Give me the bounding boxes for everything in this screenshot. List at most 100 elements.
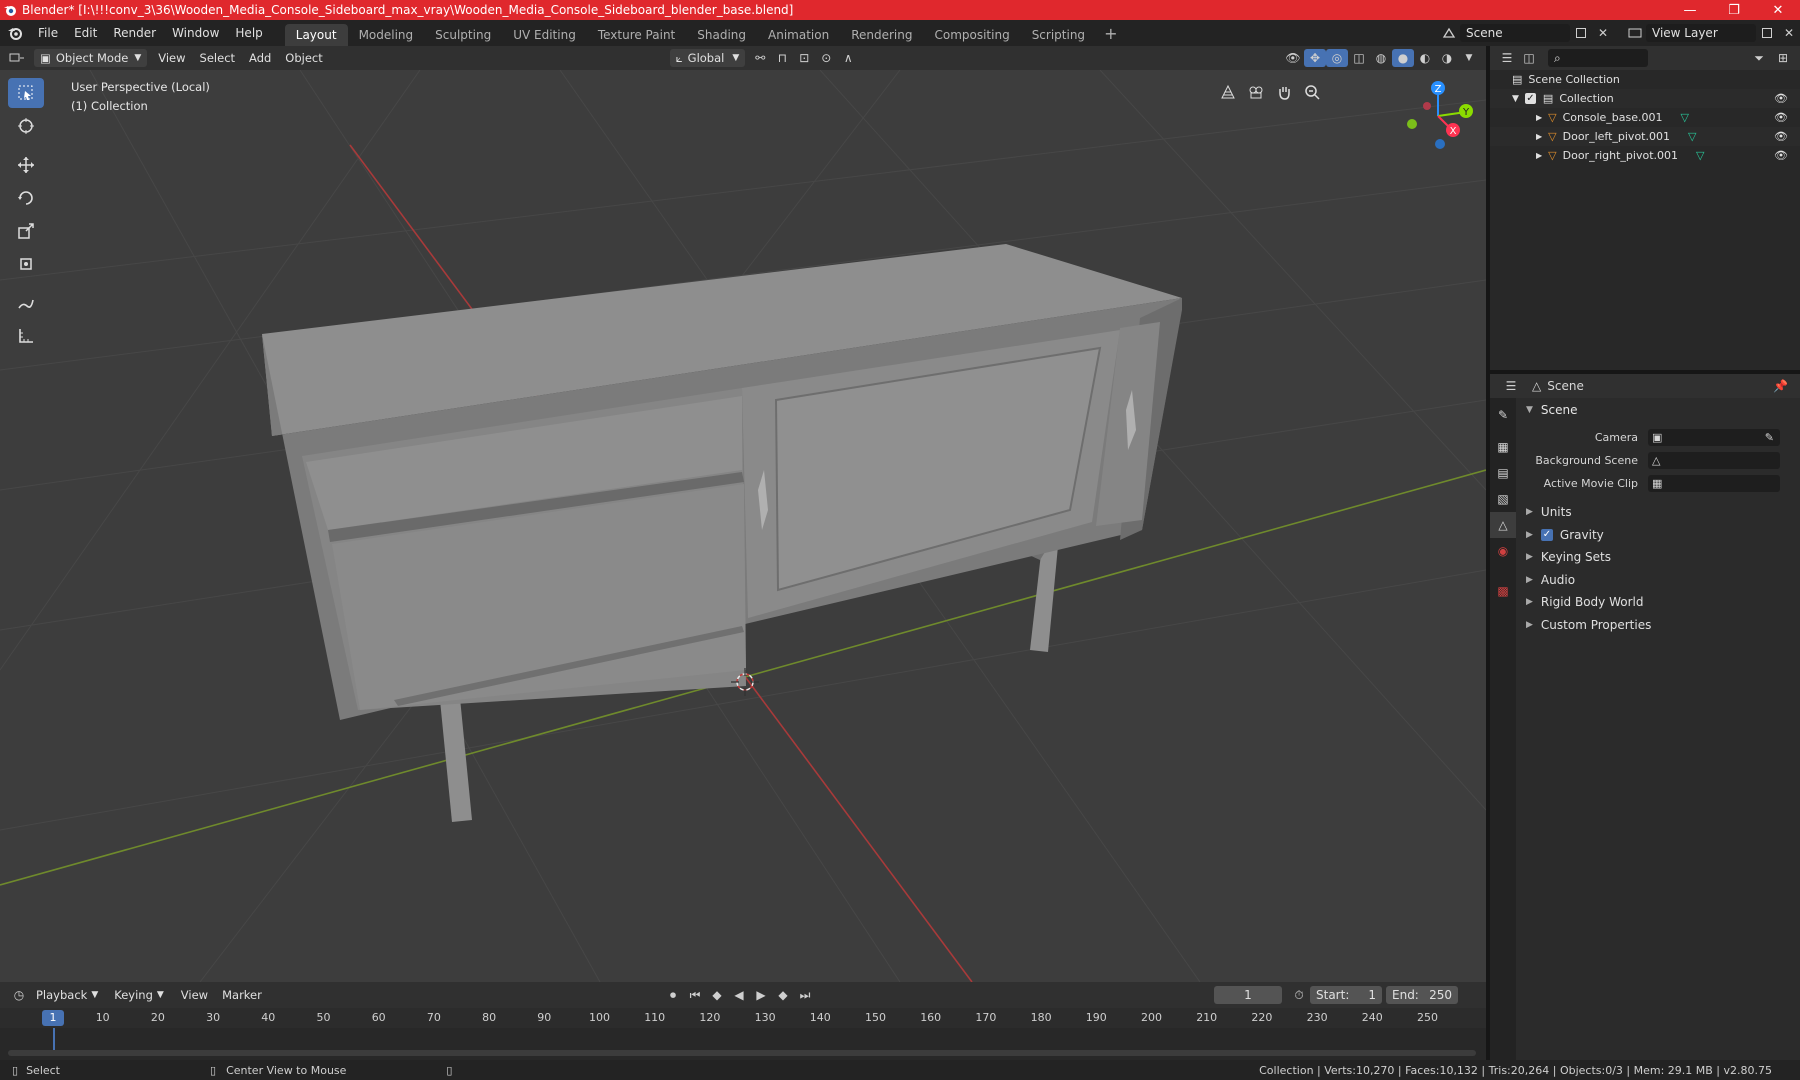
toggle-camera-grid-icon[interactable] xyxy=(1214,80,1242,104)
eyedropper-icon[interactable]: ✎ xyxy=(1765,431,1774,444)
maximize-button[interactable]: ❐ xyxy=(1712,0,1756,20)
scene-selector[interactable]: Scene xyxy=(1460,24,1570,42)
end-frame-field[interactable]: End: 250 xyxy=(1386,986,1458,1004)
menu-render[interactable]: Render xyxy=(105,20,164,46)
rigid-body-world-panel[interactable]: ▶ Rigid Body World xyxy=(1520,591,1800,614)
tab-layout[interactable]: Layout xyxy=(284,24,348,46)
view-layer-props-tab[interactable]: ▧ xyxy=(1490,486,1516,512)
audio-panel[interactable]: ▶ Audio xyxy=(1520,569,1800,592)
pan-view-icon[interactable] xyxy=(1270,80,1298,104)
cursor-tool[interactable] xyxy=(8,111,44,141)
texture-props-tab[interactable]: ▩ xyxy=(1490,578,1516,604)
rotate-tool[interactable] xyxy=(8,183,44,213)
editor-type-icon[interactable] xyxy=(6,49,28,67)
snap-target-icon[interactable]: ⊡ xyxy=(793,49,815,67)
close-button[interactable]: ✕ xyxy=(1756,0,1800,20)
current-frame-field[interactable]: 1 xyxy=(1214,986,1282,1004)
menu-file[interactable]: File xyxy=(30,20,66,46)
shading-options-icon[interactable]: ▼ xyxy=(1458,49,1480,67)
transform-tool[interactable] xyxy=(8,249,44,279)
tab-animation[interactable]: Animation xyxy=(757,24,840,46)
tab-sculpting[interactable]: Sculpting xyxy=(424,24,502,46)
zoom-view-icon[interactable] xyxy=(1298,80,1326,104)
menu-help[interactable]: Help xyxy=(227,20,270,46)
select-box-tool[interactable] xyxy=(8,78,44,108)
tab-uv-editing[interactable]: UV Editing xyxy=(502,24,587,46)
keying-menu[interactable]: Keying ▼ xyxy=(108,986,170,1004)
collection-checkbox[interactable]: ✓ xyxy=(1524,93,1536,104)
3d-viewport[interactable]: Z Y X User Perspective (Local) (1) Colle… xyxy=(0,70,1486,982)
tab-compositing[interactable]: Compositing xyxy=(923,24,1020,46)
new-view-layer-icon[interactable] xyxy=(1756,24,1778,42)
jump-start-icon[interactable]: ⏮ xyxy=(684,986,706,1004)
scene-panel-header[interactable]: ▼ Scene xyxy=(1520,399,1800,421)
menu-view[interactable]: View xyxy=(151,51,192,65)
shading-solid-icon[interactable]: ● xyxy=(1392,49,1414,67)
outliner-collection[interactable]: ▼ ✓ ▤ Collection 👁 xyxy=(1490,89,1800,108)
move-tool[interactable] xyxy=(8,150,44,180)
transform-orientation-dropdown[interactable]: ⟀ Global ▼ xyxy=(669,49,746,67)
camera-field[interactable]: ▣ ✎ xyxy=(1648,429,1780,446)
frame-ruler[interactable]: 1 10 20 30 40 50 60 70 80 90 100 110 120 130 140 150 16… xyxy=(0,1008,1486,1028)
custom-properties-panel[interactable]: ▶ Custom Properties xyxy=(1520,614,1800,637)
overlay-toggle-icon[interactable]: ◎ xyxy=(1326,49,1348,67)
output-props-tab[interactable]: ▤ xyxy=(1490,460,1516,486)
tab-shading[interactable]: Shading xyxy=(686,24,757,46)
timeline-view-menu[interactable]: View xyxy=(174,988,215,1002)
play-reverse-icon[interactable]: ◀ xyxy=(728,986,750,1004)
menu-select[interactable]: Select xyxy=(193,51,242,65)
eye-icon[interactable]: 👁 xyxy=(1774,149,1788,162)
keying-sets-panel[interactable]: ▶ Keying Sets xyxy=(1520,546,1800,569)
snap-icon[interactable]: ⊓ xyxy=(771,49,793,67)
active-movie-clip-field[interactable]: ▦ xyxy=(1648,475,1780,492)
shading-rendered-icon[interactable]: ◑ xyxy=(1436,49,1458,67)
filter-icon[interactable]: ⏷ xyxy=(1748,49,1770,67)
expand-arrow-icon[interactable]: ▶ xyxy=(1536,151,1542,160)
view-layer-selector[interactable]: View Layer xyxy=(1646,24,1756,42)
tab-scripting[interactable]: Scripting xyxy=(1021,24,1096,46)
new-collection-icon[interactable]: ⊞ xyxy=(1772,49,1794,67)
annotate-tool[interactable] xyxy=(8,288,44,318)
visibility-icon[interactable]: 👁 xyxy=(1282,49,1304,67)
proportional-edit-icon[interactable]: ⊙ xyxy=(815,49,837,67)
stopwatch-icon[interactable]: ⏱ xyxy=(1288,986,1310,1004)
render-props-tab[interactable]: ▦ xyxy=(1490,434,1516,460)
blender-menu-icon[interactable] xyxy=(0,20,30,46)
properties-editor-icon[interactable]: ☰ xyxy=(1500,377,1522,395)
scene-icon[interactable] xyxy=(1438,24,1460,42)
shading-wireframe-icon[interactable]: ◍ xyxy=(1370,49,1392,67)
units-panel[interactable]: ▶ Units xyxy=(1520,501,1800,524)
gravity-checkbox[interactable]: ✓ xyxy=(1540,528,1553,541)
world-props-tab[interactable]: ◉ xyxy=(1490,538,1516,564)
navigation-gizmo[interactable]: Z Y X xyxy=(1402,80,1474,152)
camera-view-icon[interactable] xyxy=(1242,80,1270,104)
delete-scene-icon[interactable]: ✕ xyxy=(1592,24,1614,42)
new-scene-icon[interactable] xyxy=(1570,24,1592,42)
outliner-object-row[interactable]: ▶ ▽ Console_base.001 ▽ 👁 xyxy=(1490,108,1800,127)
shading-material-icon[interactable]: ◐ xyxy=(1414,49,1436,67)
eye-icon[interactable]: 👁 xyxy=(1774,130,1788,143)
outliner-object-row[interactable]: ▶ ▽ Door_right_pivot.001 ▽ 👁 xyxy=(1490,146,1800,165)
scale-tool[interactable] xyxy=(8,216,44,246)
eye-icon[interactable]: 👁 xyxy=(1774,111,1788,124)
expand-arrow-icon[interactable]: ▶ xyxy=(1536,132,1542,141)
start-frame-field[interactable]: Start: 1 xyxy=(1310,986,1382,1004)
add-workspace-button[interactable]: + xyxy=(1096,24,1125,43)
outliner-scene-collection[interactable]: ▤ Scene Collection xyxy=(1490,70,1800,89)
timeline-scrollbar[interactable] xyxy=(8,1050,1476,1056)
pin-icon[interactable]: 📌 xyxy=(1773,379,1788,393)
tab-modeling[interactable]: Modeling xyxy=(348,24,425,46)
xray-toggle-icon[interactable]: ◫ xyxy=(1348,49,1370,67)
timeline-area[interactable]: 1 10 20 30 40 50 60 70 80 90 100 110 120 130 140 150 16… xyxy=(0,1008,1486,1060)
pivot-point-icon[interactable]: ⚯ xyxy=(749,49,771,67)
background-scene-field[interactable]: △ xyxy=(1648,452,1780,469)
tab-texture-paint[interactable]: Texture Paint xyxy=(587,24,686,46)
expand-arrow-icon[interactable]: ▼ xyxy=(1512,94,1519,104)
outliner-object-row[interactable]: ▶ ▽ Door_left_pivot.001 ▽ 👁 xyxy=(1490,127,1800,146)
jump-keyframe-prev-icon[interactable]: ◆ xyxy=(706,986,728,1004)
record-icon[interactable]: ⏺ xyxy=(662,986,684,1004)
measure-tool[interactable] xyxy=(8,321,44,351)
gravity-panel[interactable]: ▶ ✓ Gravity xyxy=(1520,524,1800,547)
display-mode-icon[interactable]: ◫ xyxy=(1518,49,1540,67)
eye-icon[interactable]: 👁 xyxy=(1774,92,1788,105)
